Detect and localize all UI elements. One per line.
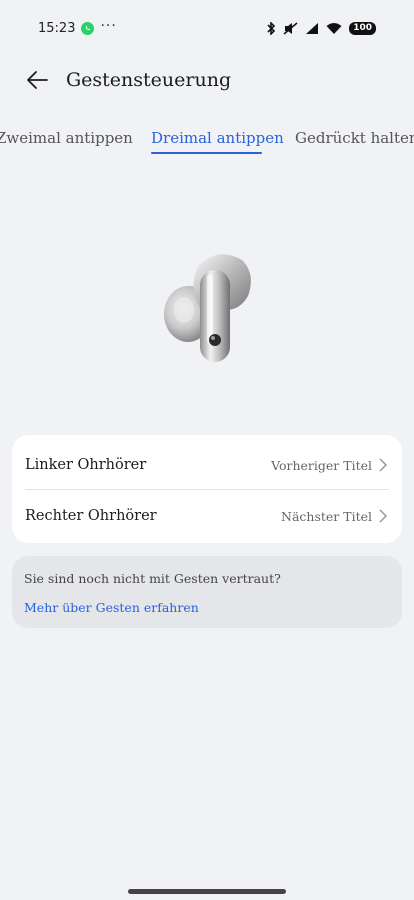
option-label: Linker Ohrhörer xyxy=(25,457,147,473)
gesture-tabs: Zweimal antippen Dreimal antippen Gedrüc… xyxy=(0,124,414,160)
gesture-help-card: Sie sind noch nicht mit Gesten vertraut?… xyxy=(12,556,402,628)
mute-icon xyxy=(283,21,298,35)
tab-dreimal-antippen[interactable]: Dreimal antippen xyxy=(151,129,284,147)
status-right: 100 xyxy=(266,21,376,35)
signal-icon xyxy=(306,22,319,34)
arrow-left-icon xyxy=(27,71,48,89)
battery-indicator: 100 xyxy=(349,21,376,35)
status-time: 15:23 xyxy=(38,20,76,36)
home-indicator[interactable] xyxy=(128,889,286,894)
chevron-right-icon xyxy=(379,458,388,472)
header: Gestensteuerung xyxy=(0,62,414,98)
option-label: Rechter Ohrhörer xyxy=(25,508,157,524)
back-button[interactable] xyxy=(22,66,52,94)
active-tab-indicator xyxy=(151,152,262,154)
more-notifications-icon: ··· xyxy=(100,18,117,34)
earbud-image xyxy=(160,248,256,368)
help-question: Sie sind noch nicht mit Gesten vertraut? xyxy=(24,571,281,586)
option-row-left-earbud[interactable]: Linker Ohrhörer Vorheriger Titel xyxy=(12,438,402,492)
tab-gedrueckt-halten[interactable]: Gedrückt halten xyxy=(295,129,414,147)
bluetooth-icon xyxy=(267,21,276,35)
learn-more-link[interactable]: Mehr über Gesten erfahren xyxy=(24,600,199,615)
status-left: 15:23 ··· xyxy=(38,18,117,36)
option-value: Nächster Titel xyxy=(281,508,372,524)
page-title: Gestensteuerung xyxy=(66,69,232,91)
chevron-right-icon xyxy=(379,509,388,523)
option-value: Vorheriger Titel xyxy=(271,457,372,473)
status-bar: 15:23 ··· 100 xyxy=(0,0,414,56)
whatsapp-icon xyxy=(81,21,95,35)
tab-zweimal-antippen[interactable]: Zweimal antippen xyxy=(0,129,133,147)
earbud-options-card: Linker Ohrhörer Vorheriger Titel Rechter… xyxy=(12,435,402,543)
option-row-right-earbud[interactable]: Rechter Ohrhörer Nächster Titel xyxy=(12,489,402,543)
wifi-icon xyxy=(326,22,342,34)
